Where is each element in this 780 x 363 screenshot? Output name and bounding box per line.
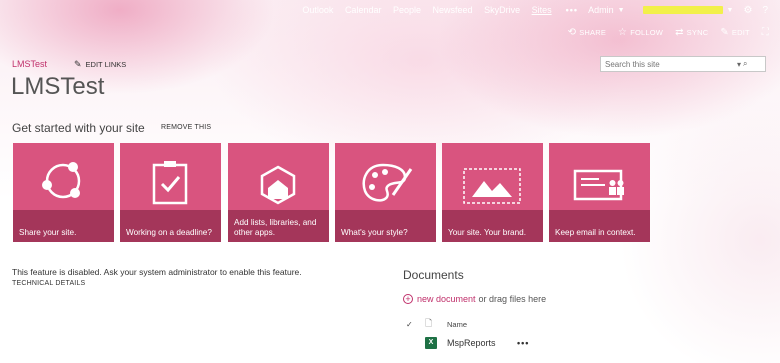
chevron-down-icon: ▼ [617, 6, 625, 14]
tile-email-context[interactable]: Keep email in context. [549, 143, 650, 242]
column-name-header[interactable]: Name [447, 320, 467, 329]
fullscreen-icon: ⛶ [761, 26, 769, 38]
document-name-link[interactable]: MspReports [447, 338, 517, 348]
documents-title[interactable]: Documents [403, 268, 464, 282]
new-document-link[interactable]: new document [417, 294, 476, 304]
search-input[interactable] [605, 59, 735, 69]
share-button[interactable]: ⟲ SHARE [568, 27, 606, 38]
pencil-icon: ✎ [720, 26, 729, 38]
technical-details-link[interactable]: TECHNICAL DETAILS [12, 280, 85, 287]
add-apps-icon [260, 165, 296, 205]
chevron-down-icon: ▼ [726, 6, 734, 14]
file-type-icon: 🗋 [425, 318, 433, 328]
edit-links-button[interactable]: ✎ EDIT LINKS [74, 59, 126, 70]
tile-add-apps[interactable]: Add lists, libraries, and other apps. [228, 143, 329, 242]
get-started-heading: Get started with your site [12, 121, 145, 135]
breadcrumb[interactable]: LMSTest [12, 59, 47, 69]
suite-bar: Outlook Calendar People Newsfeed SkyDriv… [0, 0, 780, 20]
edit-button[interactable]: ✎ EDIT [720, 27, 749, 38]
follow-button[interactable]: ☆ FOLLOW [618, 27, 663, 38]
share-label: SHARE [579, 27, 607, 37]
tile-caption: What's your style? [335, 210, 436, 242]
select-all-checkmark-icon[interactable]: ✓ [403, 320, 425, 329]
search-icon[interactable]: ⌕ [743, 59, 747, 69]
documents-header-row: ✓ 🗋 Name [403, 317, 603, 331]
user-name-redacted[interactable] [642, 6, 723, 14]
nav-sites[interactable]: Sites [532, 5, 552, 15]
sync-label: SYNC [686, 27, 709, 37]
tile-caption: Working on a deadline? [120, 210, 221, 242]
brand-image-icon [463, 168, 521, 204]
admin-menu[interactable]: Admin [588, 5, 614, 15]
row-more-button[interactable]: ••• [517, 338, 529, 348]
palette-icon [362, 163, 413, 202]
pencil-icon: ✎ [74, 59, 82, 69]
tile-caption: Your site. Your brand. [442, 210, 543, 242]
page-action-bar: ⟲ SHARE ☆ FOLLOW ⇄ SYNC ✎ EDIT ⛶ [0, 20, 780, 44]
search-box: ▾ ⌕ [600, 56, 766, 72]
nav-outlook[interactable]: Outlook [302, 5, 333, 15]
task-checklist-icon [152, 161, 188, 205]
email-context-icon [573, 169, 624, 201]
share-site-icon [42, 162, 81, 199]
tile-caption: Share your site. [13, 210, 114, 242]
nav-calendar[interactable]: Calendar [345, 5, 382, 15]
nav-people[interactable]: People [393, 5, 421, 15]
edit-links-label: EDIT LINKS [85, 60, 127, 69]
excel-file-icon: X [425, 337, 437, 349]
tile-caption: Keep email in context. [549, 210, 650, 242]
tile-caption: Add lists, libraries, and other apps. [228, 210, 329, 242]
table-row[interactable]: X MspReports ••• [403, 336, 603, 350]
feature-disabled-message: This feature is disabled. Ask your syste… [12, 267, 302, 277]
gear-icon[interactable]: ⚙ [743, 5, 752, 16]
plus-icon[interactable]: + [403, 294, 413, 304]
drag-files-hint: or drag files here [478, 294, 547, 304]
tile-working-deadline[interactable]: Working on a deadline? [120, 143, 221, 242]
chevron-down-icon[interactable]: ▾ [737, 60, 741, 69]
tile-share-site[interactable]: Share your site. [13, 143, 114, 242]
focus-content-button[interactable]: ⛶ [762, 27, 772, 38]
new-document-area: + new document or drag files here [403, 294, 546, 304]
sync-button[interactable]: ⇄ SYNC [675, 27, 708, 38]
nav-skydrive[interactable]: SkyDrive [484, 5, 520, 15]
share-icon: ⟲ [567, 26, 577, 38]
remove-this-button[interactable]: REMOVE THIS [161, 124, 211, 131]
tile-your-style[interactable]: What's your style? [335, 143, 436, 242]
more-menu-button[interactable]: ••• [566, 5, 578, 15]
sync-icon: ⇄ [675, 26, 684, 38]
star-icon: ☆ [618, 26, 628, 38]
edit-label: EDIT [731, 27, 750, 37]
suite-nav: Outlook Calendar People Newsfeed SkyDriv… [293, 5, 551, 15]
follow-label: FOLLOW [630, 27, 664, 37]
tile-your-brand[interactable]: Your site. Your brand. [442, 143, 543, 242]
nav-newsfeed[interactable]: Newsfeed [433, 5, 473, 15]
page-title[interactable]: LMSTest [11, 73, 104, 101]
help-icon[interactable]: ? [762, 5, 768, 16]
